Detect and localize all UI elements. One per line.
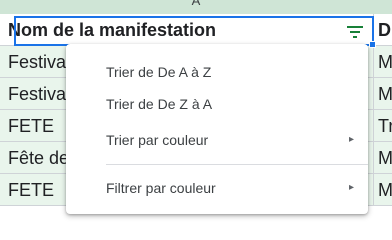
table-cell[interactable]: M	[374, 78, 392, 109]
menu-item-sort-za[interactable]: Trier de De Z à A	[66, 88, 368, 120]
filter-icon[interactable]	[345, 23, 365, 41]
header-cell-d[interactable]: D	[374, 14, 392, 45]
menu-item-label: Trier de De Z à A	[106, 96, 213, 112]
menu-item-label: Trier par couleur	[106, 132, 209, 148]
chevron-right-icon: ▸	[348, 182, 354, 193]
menu-item-label: Trier de De A à Z	[106, 64, 212, 80]
column-letter: A	[191, 0, 201, 8]
fill-handle[interactable]	[369, 41, 376, 48]
filter-dropdown-menu: Trier de De A à Z Trier de De Z à A Trie…	[66, 44, 368, 214]
menu-item-sort-az[interactable]: Trier de De A à Z	[66, 56, 368, 88]
header-cell-name[interactable]: Nom de la manifestation	[0, 14, 374, 45]
table-cell[interactable]: M	[374, 174, 392, 205]
table-cell[interactable]: M	[374, 46, 392, 77]
column-header-bar[interactable]: A	[0, 0, 392, 15]
menu-item-sort-by-color[interactable]: Trier par couleur ▸	[66, 124, 368, 156]
menu-item-filter-by-color[interactable]: Filtrer par couleur ▸	[66, 172, 368, 204]
table-cell[interactable]: M	[374, 142, 392, 173]
menu-item-label: Filtrer par couleur	[106, 180, 216, 196]
table-cell[interactable]: Tr	[374, 110, 392, 141]
chevron-right-icon: ▸	[348, 134, 354, 145]
table-header-row[interactable]: Nom de la manifestation D	[0, 14, 392, 46]
menu-divider	[106, 164, 368, 165]
